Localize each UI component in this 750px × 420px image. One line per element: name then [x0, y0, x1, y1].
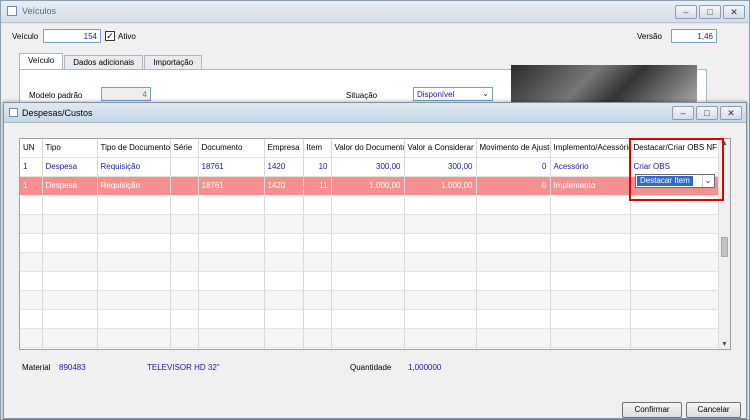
versao-input[interactable]: 1,46 [671, 29, 717, 43]
col-header-valor-documento[interactable]: Valor do Documento [331, 139, 405, 158]
cancel-button[interactable]: Cancelar [686, 402, 741, 418]
col-header-tipo-documento[interactable]: Tipo de Documento [97, 139, 171, 158]
tab-veiculo[interactable]: Veículo [19, 53, 64, 69]
table-row-selected[interactable]: 1 Despesa Requisição 18761 1420 11 1.000… [20, 176, 719, 196]
empty-row[interactable] [20, 252, 719, 272]
expenses-table: UN Tipo Tipo de Documento Série Document… [20, 139, 719, 349]
cell-documento[interactable]: 18761 [198, 176, 265, 196]
expenses-dialog: Despesas/Custos – □ ✕ UN Tipo Tipo de Do… [3, 102, 747, 419]
ativo-label: Ativo [118, 32, 136, 41]
versao-label: Versão [637, 32, 662, 41]
minimize-icon[interactable]: – [675, 5, 697, 19]
cell-implemento[interactable]: Implemento [550, 176, 631, 196]
col-header-destacar[interactable]: Destacar/Criar OBS NF [630, 139, 719, 158]
material-description: TELEVISOR HD 32" [147, 363, 220, 372]
col-header-serie[interactable]: Série [170, 139, 199, 158]
col-header-tipo[interactable]: Tipo [42, 139, 98, 158]
col-header-un[interactable]: UN [20, 139, 43, 158]
quantidade-label: Quantidade [350, 363, 392, 372]
empty-row[interactable] [20, 195, 719, 215]
dialog-app-icon [9, 108, 18, 117]
veiculo-label: Veículo [12, 32, 39, 41]
cell-movimento-ajuste[interactable]: 0 [476, 157, 551, 177]
cell-valor-documento[interactable]: 1.000,00 [331, 176, 405, 196]
situacao-label: Situação [346, 91, 378, 100]
scroll-down-icon[interactable]: ▼ [721, 341, 728, 348]
veiculo-input[interactable]: 154 [43, 29, 101, 43]
maximize-icon[interactable]: □ [699, 5, 721, 19]
dialog-title-bar: Despesas/Custos – □ ✕ [4, 103, 746, 123]
close-icon[interactable]: ✕ [723, 5, 745, 19]
table-header-row: UN Tipo Tipo de Documento Série Document… [20, 139, 719, 158]
cell-tipo-documento[interactable]: Requisição [97, 176, 171, 196]
scroll-up-icon[interactable]: ▲ [721, 140, 728, 147]
situacao-select[interactable]: Disponível ⌄ [413, 87, 493, 101]
ativo-checkbox[interactable]: ✓ [105, 31, 115, 41]
col-header-item[interactable]: Item [303, 139, 332, 158]
col-header-movimento-ajuste[interactable]: Movimento de Ajuste [476, 139, 551, 158]
empty-row[interactable] [20, 214, 719, 234]
vehicles-window-title: Veículos [22, 6, 57, 16]
modelo-padrao-label: Modelo padrão [29, 91, 83, 100]
cell-tipo[interactable]: Despesa [42, 176, 98, 196]
cell-documento[interactable]: 18761 [198, 157, 265, 177]
vertical-scrollbar[interactable]: ▲ ▼ [718, 139, 730, 349]
col-header-documento[interactable]: Documento [198, 139, 265, 158]
scrollbar-thumb[interactable] [721, 237, 728, 257]
destacar-dropdown-value: Destacar Item [637, 176, 693, 186]
tab-dados-adicionais[interactable]: Dados adicionais [64, 55, 144, 69]
empty-row[interactable] [20, 347, 719, 349]
dialog-close-icon[interactable]: ✕ [720, 106, 742, 120]
cell-item[interactable]: 10 [303, 157, 332, 177]
expenses-grid: UN Tipo Tipo de Documento Série Document… [19, 138, 731, 350]
cell-valor-documento[interactable]: 300,00 [331, 157, 405, 177]
col-header-implemento[interactable]: Implemento/Acessório [550, 139, 631, 158]
cell-valor-considerar[interactable]: 1.000,00 [404, 176, 477, 196]
situacao-value: Disponível [417, 90, 455, 99]
app-icon [7, 6, 17, 16]
material-label: Material [22, 363, 51, 372]
dialog-minimize-icon[interactable]: – [672, 106, 694, 120]
vehicle-image [511, 65, 697, 105]
cell-valor-considerar[interactable]: 300,00 [404, 157, 477, 177]
cell-implemento[interactable]: Acessório [550, 157, 631, 177]
empty-row[interactable] [20, 328, 719, 348]
cell-empresa[interactable]: 1420 [264, 157, 304, 177]
tab-importacao[interactable]: Importação [144, 55, 203, 69]
quantidade-value: 1,000000 [408, 363, 442, 372]
empty-row[interactable] [20, 309, 719, 329]
col-header-empresa[interactable]: Empresa [264, 139, 304, 158]
dialog-title: Despesas/Custos [22, 108, 93, 118]
chevron-down-icon: ⌄ [482, 89, 489, 98]
col-header-valor-considerar[interactable]: Valor a Considerar [404, 139, 477, 158]
cell-un[interactable]: 1 [20, 176, 43, 196]
empty-row[interactable] [20, 290, 719, 310]
cell-serie[interactable] [170, 176, 199, 196]
modelo-padrao-input[interactable]: 4 [101, 87, 151, 101]
chevron-down-icon[interactable]: ⌄ [702, 175, 713, 187]
table-row[interactable]: 1 Despesa Requisição 18761 1420 10 300,0… [20, 157, 719, 177]
vehicles-title-bar: Veículos – □ ✕ [1, 1, 749, 23]
confirm-button[interactable]: Confirmar [622, 402, 682, 418]
cell-tipo[interactable]: Despesa [42, 157, 98, 177]
material-code: 890483 [59, 363, 86, 372]
destacar-dropdown[interactable]: Destacar Item ⌄ [635, 174, 715, 188]
dialog-maximize-icon[interactable]: □ [696, 106, 718, 120]
cell-empresa[interactable]: 1420 [264, 176, 304, 196]
cell-item[interactable]: 11 [303, 176, 332, 196]
cell-serie[interactable] [170, 157, 199, 177]
cell-movimento-ajuste[interactable]: 0 [476, 176, 551, 196]
vehicle-tabs: Veículo Dados adicionais Importação [19, 53, 203, 69]
empty-row[interactable] [20, 233, 719, 253]
empty-row[interactable] [20, 271, 719, 291]
cell-un[interactable]: 1 [20, 157, 43, 177]
cell-tipo-documento[interactable]: Requisição [97, 157, 171, 177]
